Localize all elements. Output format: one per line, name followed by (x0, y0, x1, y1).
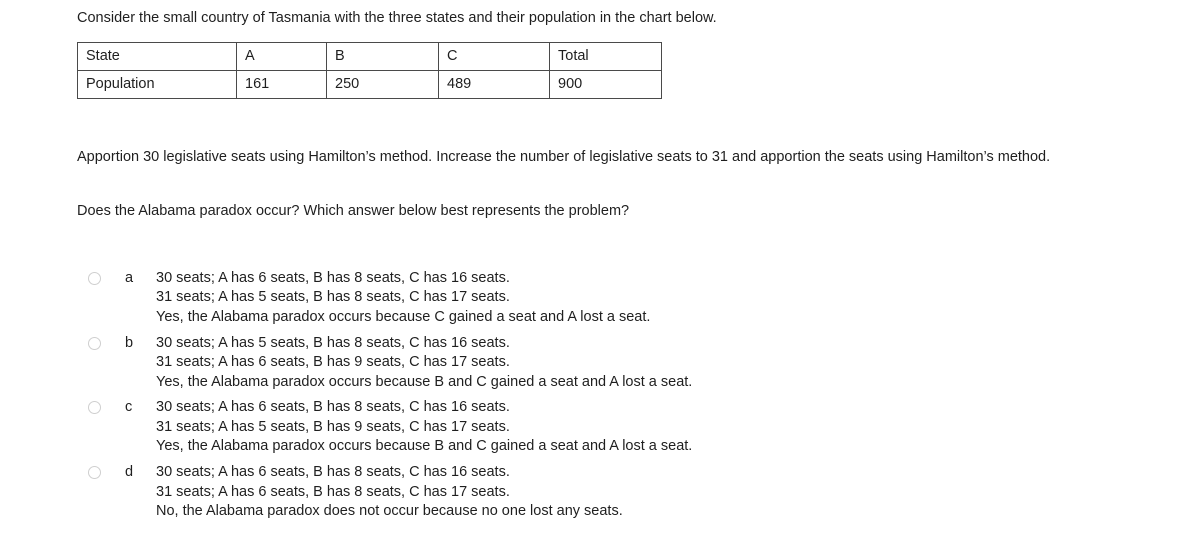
option-d-line-1: 30 seats; A has 6 seats, B has 8 seats, … (156, 464, 510, 481)
table-cell-population-total: 900 (549, 70, 662, 99)
option-letter-d: d (125, 464, 134, 481)
option-b-line-3: Yes, the Alabama paradox occurs because … (156, 373, 693, 390)
option-c-line-2: 31 seats; A has 5 seats, B has 9 seats, … (156, 418, 510, 435)
option-d-line-2: 31 seats; A has 6 seats, B has 8 seats, … (156, 483, 510, 500)
radio-button-c[interactable] (88, 401, 101, 415)
table-row: State A B C Total (77, 42, 662, 71)
option-letter-b: b (125, 334, 134, 351)
question-page: Consider the small country of Tasmania w… (0, 0, 1200, 538)
answer-option-d[interactable]: d 30 seats; A has 6 seats, B has 8 seats… (88, 463, 692, 521)
table-cell-state-total: Total (549, 42, 662, 71)
radio-button-b[interactable] (88, 336, 101, 350)
intro-text: Consider the small country of Tasmania w… (77, 10, 717, 26)
table-cell-population-b: 250 (326, 70, 439, 99)
table-cell-population-label: Population (77, 70, 237, 99)
table-cell-state-a: A (236, 42, 327, 71)
option-text-d: 30 seats; A has 6 seats, B has 8 seats, … (156, 463, 623, 521)
option-text-b: 30 seats; A has 5 seats, B has 8 seats, … (156, 334, 692, 392)
option-b-line-2: 31 seats; A has 6 seats, B has 9 seats, … (156, 354, 510, 371)
option-d-line-3: No, the Alabama paradox does not occur b… (156, 502, 623, 519)
table-cell-state-label: State (77, 42, 237, 71)
radio-button-d[interactable] (88, 466, 101, 480)
answer-option-c[interactable]: c 30 seats; A has 6 seats, B has 8 seats… (88, 398, 692, 456)
option-a-line-2: 31 seats; A has 5 seats, B has 8 seats, … (156, 289, 510, 306)
radio-button-a[interactable] (88, 272, 101, 285)
option-text-a: 30 seats; A has 6 seats, B has 8 seats, … (156, 269, 650, 327)
option-text-c: 30 seats; A has 6 seats, B has 8 seats, … (156, 398, 692, 456)
option-letter-c: c (125, 399, 133, 416)
prompt-text: Apportion 30 legislative seats using Ham… (77, 149, 1051, 165)
population-table: State A B C Total Population 161 250 489… (77, 42, 662, 99)
answer-option-b[interactable]: b 30 seats; A has 5 seats, B has 8 seats… (88, 334, 692, 392)
option-a-line-3: Yes, the Alabama paradox occurs because … (156, 308, 651, 325)
option-a-line-1: 30 seats; A has 6 seats, B has 8 seats, … (156, 270, 510, 286)
answer-option-a[interactable]: a 30 seats; A has 6 seats, B has 8 seats… (88, 269, 692, 327)
question-text: Does the Alabama paradox occur? Which an… (77, 203, 630, 219)
table-cell-population-a: 161 (236, 70, 327, 99)
table-row: Population 161 250 489 900 (77, 70, 662, 99)
option-c-line-1: 30 seats; A has 6 seats, B has 8 seats, … (156, 399, 510, 416)
option-letter-a: a (125, 270, 134, 286)
option-b-line-1: 30 seats; A has 5 seats, B has 8 seats, … (156, 334, 510, 351)
answer-options-group: a 30 seats; A has 6 seats, B has 8 seats… (88, 269, 692, 528)
table-cell-population-c: 489 (438, 70, 550, 99)
option-c-line-3: Yes, the Alabama paradox occurs because … (156, 438, 693, 455)
table-cell-state-c: C (438, 42, 550, 71)
table-cell-state-b: B (326, 42, 439, 71)
